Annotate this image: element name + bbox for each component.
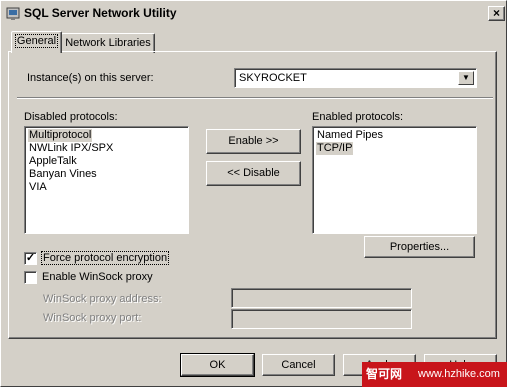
winsock-proxy-label[interactable]: Enable WinSock proxy <box>42 271 153 283</box>
enabled-protocols-label: Enabled protocols: <box>312 111 404 123</box>
instance-select[interactable]: SKYROCKET ▼ <box>234 68 477 88</box>
instance-value: SKYROCKET <box>239 72 307 84</box>
force-encryption-label[interactable]: Force protocol encryption <box>40 251 170 265</box>
tab-general[interactable]: General <box>11 31 62 53</box>
separator <box>17 97 493 99</box>
properties-button[interactable]: Properties... <box>364 236 475 258</box>
close-button[interactable]: × <box>488 6 505 21</box>
disabled-protocols-label: Disabled protocols: <box>24 111 118 123</box>
enabled-protocols-list[interactable]: Named Pipes TCP/IP <box>312 126 477 234</box>
network-utility-icon <box>6 7 20 20</box>
proxy-address-field[interactable] <box>231 288 412 308</box>
dropdown-arrow-icon[interactable]: ▼ <box>458 71 474 85</box>
list-item[interactable]: NWLink IPX/SPX <box>28 142 114 155</box>
list-item[interactable]: TCP/IP <box>316 142 354 155</box>
cancel-button[interactable]: Cancel <box>262 354 335 376</box>
watermark-url: www.hzhike.com <box>418 368 500 380</box>
proxy-port-field[interactable] <box>231 309 412 329</box>
list-item[interactable]: VIA <box>28 181 48 194</box>
proxy-address-label: WinSock proxy address: <box>43 293 162 305</box>
list-item[interactable]: AppleTalk <box>28 155 78 168</box>
force-encryption-checkbox[interactable]: ✓ <box>24 252 37 265</box>
watermark-logo: 智可网 <box>366 367 403 381</box>
tab-label: General <box>14 34 59 48</box>
winsock-proxy-checkbox[interactable] <box>24 271 37 284</box>
enable-button[interactable]: Enable >> <box>206 129 301 154</box>
list-item[interactable]: Banyan Vines <box>28 168 98 181</box>
tab-network-libraries[interactable]: Network Libraries <box>61 33 155 53</box>
title-bar[interactable]: SQL Server Network Utility × <box>2 2 505 21</box>
ok-button[interactable]: OK <box>180 353 255 377</box>
close-icon: × <box>492 6 500 20</box>
tab-label: Network Libraries <box>65 37 151 49</box>
window-title: SQL Server Network Utility <box>24 6 177 20</box>
watermark: 智可网 www.hzhike.com <box>362 362 507 387</box>
instance-label: Instance(s) on this server: <box>27 72 154 84</box>
list-item[interactable]: Multiprotocol <box>28 129 93 142</box>
disable-button[interactable]: << Disable <box>206 161 301 186</box>
list-item[interactable]: Named Pipes <box>316 129 384 142</box>
proxy-port-label: WinSock proxy port: <box>43 312 142 324</box>
disabled-protocols-list[interactable]: Multiprotocol NWLink IPX/SPX AppleTalk B… <box>24 126 189 234</box>
